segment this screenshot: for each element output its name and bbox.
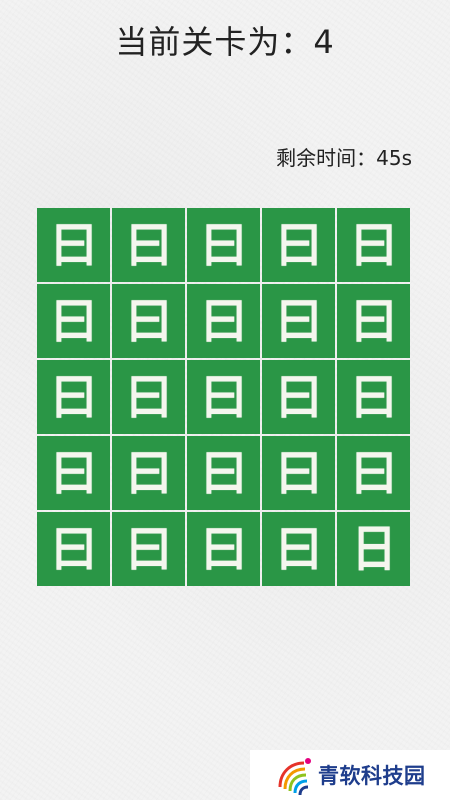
grid-cell[interactable]: 曰	[187, 208, 260, 282]
grid-cell[interactable]: 曰	[262, 436, 335, 510]
cell-character: 曰	[201, 367, 246, 426]
grid-cell[interactable]: 曰	[187, 360, 260, 434]
grid-cell[interactable]: 曰	[37, 208, 110, 282]
cell-character: 曰	[201, 519, 246, 578]
grid-cell[interactable]: 曰	[112, 512, 185, 586]
cell-character: 曰	[51, 215, 96, 274]
cell-character: 曰	[126, 519, 171, 578]
cell-character: 曰	[351, 215, 396, 274]
level-number: 4	[313, 23, 335, 61]
cell-character: 曰	[201, 443, 246, 502]
character-grid: 曰曰曰曰曰曰曰曰曰曰曰曰曰曰曰曰曰曰曰曰曰曰曰曰日	[37, 208, 413, 588]
qingruan-logo-icon	[278, 758, 311, 796]
cell-character: 曰	[51, 367, 96, 426]
grid-cell[interactable]: 曰	[262, 360, 335, 434]
grid-cell[interactable]: 曰	[112, 284, 185, 358]
grid-cell[interactable]: 曰	[187, 284, 260, 358]
cell-character: 曰	[201, 291, 246, 350]
cell-character: 曰	[201, 215, 246, 274]
grid-cell[interactable]: 曰	[112, 208, 185, 282]
cell-character: 曰	[126, 443, 171, 502]
time-remaining: 剩余时间：45s	[276, 146, 412, 170]
cell-character: 曰	[276, 291, 321, 350]
grid-cell[interactable]: 曰	[187, 436, 260, 510]
grid-cell[interactable]: 曰	[262, 512, 335, 586]
grid-cell[interactable]: 曰	[37, 436, 110, 510]
brand-name: 青软科技园	[318, 764, 426, 788]
grid-cell[interactable]: 曰	[112, 436, 185, 510]
cell-character: 曰	[351, 291, 396, 350]
cell-character: 曰	[126, 215, 171, 274]
grid-cell[interactable]: 曰	[37, 360, 110, 434]
cell-character: 曰	[351, 443, 396, 502]
grid-cell[interactable]: 曰	[337, 360, 410, 434]
grid-cell[interactable]: 曰	[262, 208, 335, 282]
level-label: 当前关卡为：	[115, 23, 314, 61]
grid-cell[interactable]: 曰	[112, 360, 185, 434]
grid-cell[interactable]: 曰	[337, 436, 410, 510]
cell-character: 曰	[51, 443, 96, 502]
brand-watermark: 青软科技园	[250, 750, 450, 800]
cell-character: 曰	[51, 291, 96, 350]
cell-character: 曰	[51, 519, 96, 578]
cell-character: 日	[351, 519, 396, 578]
cell-character: 曰	[276, 367, 321, 426]
cell-character: 曰	[276, 519, 321, 578]
grid-cell[interactable]: 日	[337, 512, 410, 586]
grid-cell[interactable]: 曰	[337, 284, 410, 358]
grid-cell[interactable]: 曰	[187, 512, 260, 586]
grid-cell[interactable]: 曰	[337, 208, 410, 282]
cell-character: 曰	[276, 443, 321, 502]
grid-cell[interactable]: 曰	[37, 512, 110, 586]
grid-cell[interactable]: 曰	[262, 284, 335, 358]
cell-character: 曰	[126, 367, 171, 426]
cell-character: 曰	[351, 367, 396, 426]
cell-character: 曰	[276, 215, 321, 274]
cell-character: 曰	[126, 291, 171, 350]
grid-cell[interactable]: 曰	[37, 284, 110, 358]
level-title: 当前关卡为：4	[0, 20, 450, 64]
